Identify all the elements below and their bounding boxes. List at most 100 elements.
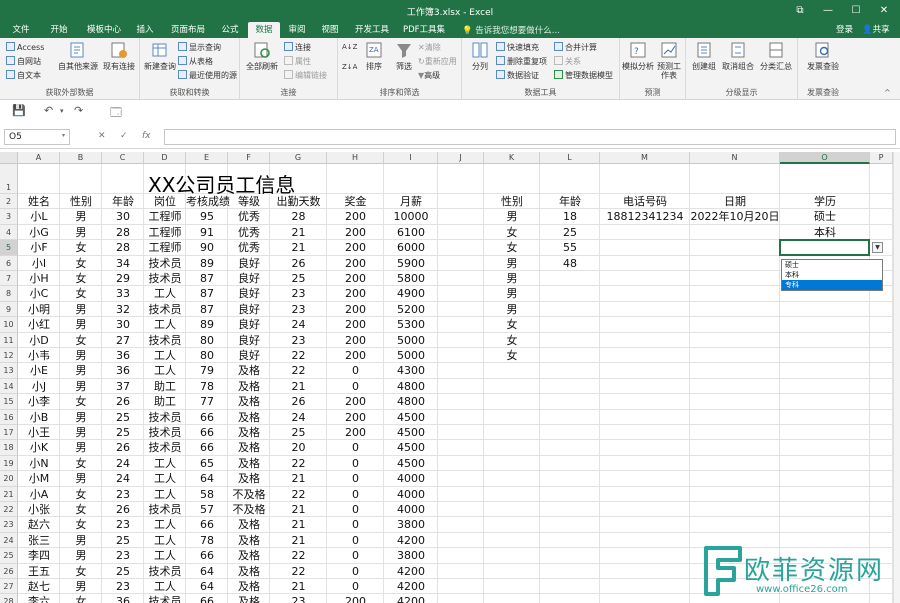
column-header[interactable]: I (384, 152, 438, 164)
table-cell[interactable]: 200 (327, 302, 384, 317)
table-cell[interactable]: 29 (102, 271, 144, 286)
table-cell[interactable]: 23 (270, 302, 327, 317)
table-cell[interactable]: 工人 (144, 471, 186, 486)
table-cell[interactable]: 优秀 (228, 225, 270, 240)
table-cell[interactable]: 及格 (228, 548, 270, 563)
table-cell[interactable]: 80 (186, 333, 228, 348)
table-cell[interactable]: 良好 (228, 348, 270, 363)
side-header-cell[interactable]: 年龄 (540, 194, 600, 209)
vertical-scrollbar[interactable] (893, 152, 900, 603)
table-cell[interactable]: 22 (270, 548, 327, 563)
table-cell[interactable]: 赵六 (18, 517, 60, 532)
side-table-cell[interactable]: 女 (484, 333, 540, 348)
table-cell[interactable]: 工程师 (144, 240, 186, 255)
tell-me-search[interactable]: 💡 告诉我您想要做什么... (462, 24, 560, 36)
table-cell[interactable]: 及格 (228, 579, 270, 594)
advanced-filter-button[interactable]: ▼高级 (418, 70, 440, 81)
table-cell[interactable]: 200 (327, 225, 384, 240)
row-header[interactable]: 22 (0, 502, 18, 518)
table-cell[interactable]: 男 (60, 363, 102, 378)
row-header[interactable]: 12 (0, 348, 18, 364)
column-header[interactable]: A (18, 152, 60, 164)
table-cell[interactable]: 工人 (144, 533, 186, 548)
table-cell[interactable]: 21 (270, 471, 327, 486)
table-cell[interactable]: 0 (327, 440, 384, 455)
print-preview-icon[interactable]: 🗔 (110, 104, 122, 123)
table-cell[interactable]: 4200 (384, 579, 438, 594)
table-cell[interactable]: 21 (270, 533, 327, 548)
table-cell[interactable]: 23 (270, 333, 327, 348)
tab-formulas[interactable]: 公式 (216, 22, 244, 38)
table-cell[interactable]: 技术员 (144, 256, 186, 271)
table-cell[interactable]: 及格 (228, 456, 270, 471)
table-cell[interactable]: 66 (186, 440, 228, 455)
table-cell[interactable]: 技术员 (144, 425, 186, 440)
table-cell[interactable]: 小H (18, 271, 60, 286)
side-table-cell[interactable]: 25 (540, 225, 600, 240)
table-cell[interactable]: 女 (60, 502, 102, 517)
table-header-cell[interactable]: 等级 (228, 194, 270, 209)
table-cell[interactable]: 3800 (384, 548, 438, 563)
formula-input[interactable] (164, 129, 896, 145)
table-cell[interactable]: 技术员 (144, 502, 186, 517)
table-cell[interactable]: 及格 (228, 440, 270, 455)
table-cell[interactable]: 200 (327, 333, 384, 348)
side-table-cell[interactable]: 18812341234 (600, 209, 690, 224)
table-cell[interactable]: 32 (102, 302, 144, 317)
new-query-button[interactable]: 新建查询 (144, 40, 176, 71)
table-cell[interactable]: 3800 (384, 517, 438, 532)
row-header[interactable]: 24 (0, 532, 18, 549)
row-header[interactable]: 10 (0, 317, 18, 333)
table-cell[interactable]: 87 (186, 286, 228, 301)
table-cell[interactable]: 李六 (18, 594, 60, 603)
table-cell[interactable]: 200 (327, 256, 384, 271)
text-to-columns-button[interactable]: 分列 (466, 40, 494, 71)
table-cell[interactable]: 5900 (384, 256, 438, 271)
table-cell[interactable]: 200 (327, 425, 384, 440)
table-cell[interactable]: 89 (186, 256, 228, 271)
table-cell[interactable]: 5200 (384, 302, 438, 317)
table-cell[interactable]: 95 (186, 209, 228, 224)
table-cell[interactable]: 优秀 (228, 209, 270, 224)
table-cell[interactable]: 助工 (144, 394, 186, 409)
row-header[interactable]: 20 (0, 471, 18, 487)
table-cell[interactable]: 小K (18, 440, 60, 455)
table-cell[interactable]: 0 (327, 533, 384, 548)
table-cell[interactable]: 0 (327, 579, 384, 594)
table-cell[interactable]: 30 (102, 317, 144, 332)
side-table-cell[interactable]: 男 (484, 286, 540, 301)
table-cell[interactable]: 10000 (384, 209, 438, 224)
close-button[interactable]: ✕ (870, 2, 898, 20)
table-cell[interactable]: 小E (18, 363, 60, 378)
column-header[interactable]: E (186, 152, 228, 164)
table-cell[interactable]: 22 (270, 487, 327, 502)
table-cell[interactable]: 22 (270, 456, 327, 471)
sort-descending-button[interactable]: Z↓A (342, 62, 357, 73)
table-header-cell[interactable]: 出勤天数 (270, 194, 327, 209)
table-cell[interactable]: 24 (270, 410, 327, 425)
table-cell[interactable]: 小B (18, 410, 60, 425)
table-cell[interactable]: 36 (102, 363, 144, 378)
table-cell[interactable]: 及格 (228, 594, 270, 603)
tab-templates[interactable]: 模板中心 (82, 22, 126, 38)
table-cell[interactable]: 25 (102, 410, 144, 425)
table-cell[interactable]: 及格 (228, 363, 270, 378)
table-cell[interactable]: 33 (102, 286, 144, 301)
row-header[interactable]: 23 (0, 517, 18, 533)
connections-button[interactable]: 连接 (284, 42, 311, 53)
from-web-button[interactable]: 自网站 (6, 56, 41, 67)
table-header-cell[interactable]: 年龄 (102, 194, 144, 209)
table-cell[interactable]: 34 (102, 256, 144, 271)
side-header-cell[interactable]: 电话号码 (600, 194, 690, 209)
row-header[interactable]: 25 (0, 548, 18, 564)
table-cell[interactable]: 21 (270, 379, 327, 394)
table-cell[interactable]: 5000 (384, 333, 438, 348)
cancel-entry-icon[interactable]: ✕ (98, 131, 106, 141)
row-header[interactable]: 14 (0, 378, 18, 395)
row-header[interactable]: 15 (0, 394, 18, 410)
save-icon[interactable]: 💾 (12, 104, 26, 117)
sort-button[interactable]: ZA 排序 (360, 40, 388, 71)
table-cell[interactable]: 26 (270, 394, 327, 409)
table-cell[interactable]: 工人 (144, 286, 186, 301)
table-cell[interactable]: 0 (327, 363, 384, 378)
